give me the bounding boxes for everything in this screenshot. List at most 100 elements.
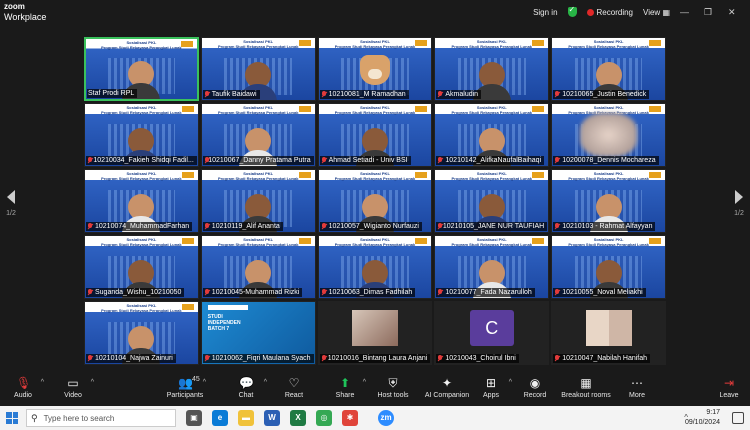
ai-companion-button[interactable]: ✦ AI Companion [420,376,474,399]
participant-name-label: 10210063_Dimas Fadhilah [319,288,416,297]
prev-page-button[interactable]: 1/2 [2,190,20,217]
participant-tile[interactable]: Sosialisasi PKLProgram Studi Rekayasa Pe… [317,103,433,167]
title-bar: zoom Workplace Sign in Recording View ▦ … [0,0,750,26]
profile-photo [585,310,632,346]
mic-muted-icon [321,157,327,164]
mic-muted-icon [554,223,560,230]
participant-tile[interactable]: 10210047_Nabilah Hanifah [551,301,666,365]
participant-tile[interactable]: Sosialisasi PKLProgram Studi Rekayasa Pe… [551,235,666,299]
banner-title: Sosialisasi PKLProgram Studi Rekayasa Pe… [568,171,649,181]
banner-title: Sosialisasi PKLProgram Studi Rekayasa Pe… [334,171,416,181]
participant-tile[interactable]: Sosialisasi PKLProgram Studi Rekayasa Pe… [200,235,316,299]
excel-icon[interactable]: X [290,410,306,426]
banner-title: Sosialisasi PKLProgram Studi Rekayasa Pe… [451,39,533,49]
mic-muted-icon [204,355,210,362]
participant-tile[interactable]: Sosialisasi PKLProgram Studi Rekayasa Pe… [84,169,199,233]
restore-button[interactable]: ❐ [704,7,718,18]
participant-grid: Sosialisasi PKL Program Studi Rekayasa Pe… [84,37,666,365]
chevron-right-icon [735,190,743,204]
participant-tile[interactable]: Sosialisasi PKLProgram Studi Rekayasa Pe… [84,301,199,365]
participant-video [589,260,628,298]
participant-tile[interactable]: Sosialisasi PKLProgram Studi Rekayasa Pe… [434,169,550,233]
participant-name: Suganda_Wishu_10210050 [95,289,182,296]
audio-options-chevron-up-icon[interactable]: ^ [41,379,44,386]
participants-options-chevron-up-icon[interactable]: ^ [203,379,206,386]
participant-name: 10210034_Fakieh Shidqi Fadil... [93,157,194,164]
react-button[interactable]: ♡ React [271,376,317,399]
participant-name: 10210103 - Rahmat Alfayyan [562,223,653,230]
participant-tile[interactable]: Sosialisasi PKLProgram Studi Rekayasa Pe… [317,169,433,233]
participant-tile[interactable]: Sosialisasi PKLProgram Studi Rekayasa Pe… [551,37,666,101]
host-tools-button[interactable]: ⛨ Host tools [370,376,416,399]
next-page-button[interactable]: 1/2 [730,190,748,217]
participant-tile[interactable]: Sosialisasi PKLProgram Studi Rekayasa Pe… [84,235,199,299]
participant-video [122,61,161,99]
share-button[interactable]: ⬆ Share ^ [322,376,368,399]
participant-tile[interactable]: Sosialisasi PKLProgram Studi Rekayasa Pe… [200,169,316,233]
mic-muted-icon [204,91,210,98]
participant-tile[interactable]: C 10210043_Choirul Ibni [434,301,550,365]
participant-video [122,194,161,232]
taskbar-search-box[interactable]: ⚲ Type here to search [26,409,176,427]
clock-time: 9:17 [706,409,720,416]
notification-icon[interactable] [732,412,744,424]
video-button[interactable]: ▭ Video ^ [50,376,96,399]
page-indicator-left: 1/2 [6,210,16,217]
participant-name: 10210062_Fiqri Maulana Syach [211,355,311,362]
participant-name: 10210074_MuhammadFarhan [95,223,190,230]
minimize-button[interactable]: — [680,7,694,17]
encryption-shield-icon[interactable] [567,5,577,17]
banner-title: Sosialisasi PKLProgram Studi Rekayasa Pe… [451,237,533,247]
participant-tile[interactable]: Sosialisasi PKLProgram Studi Rekayasa Pe… [84,37,199,101]
participant-video [355,260,394,298]
video-options-chevron-up-icon[interactable]: ^ [91,379,94,386]
recording-indicator[interactable]: Recording [586,8,633,17]
participant-name-label: 10210103 - Rahmat Alfayyan [553,222,656,231]
participant-video [472,194,511,232]
banner-title: Sosialisasi PKLProgram Studi Rekayasa Pe… [334,39,416,49]
more-button[interactable]: ⋯ More [614,376,660,399]
participant-tile[interactable]: Sosialisasi PKLProgram Studi Rekayasa Pe… [551,103,666,167]
system-clock[interactable]: 9:17 09/10/2024 [685,408,720,428]
participant-tile[interactable]: Sosialisasi PKLProgram Studi Rekayasa Pe… [551,169,666,233]
windows-start-icon[interactable] [6,412,18,424]
participant-name-label: 10200078_Dennis Mochareza [553,156,659,165]
chat-button[interactable]: 💬 Chat ^ [223,376,269,399]
participant-tile[interactable]: Sosialisasi PKLProgram Studi Rekayasa Pe… [200,103,316,167]
share-options-chevron-up-icon[interactable]: ^ [363,379,366,386]
audio-button[interactable]: 🎙 Audio ^ [0,376,46,399]
banner-title: Sosialisasi PKLProgram Studi Rekayasa Pe… [334,237,416,247]
participant-tile[interactable]: Sosialisasi PKLProgram Studi Rekayasa Pe… [434,103,550,167]
participant-tile[interactable]: STUDI INDEPENDEN BATCH 7 10210062_Fiqri Mau… [200,301,316,365]
participant-tile[interactable]: Sosialisasi PKLProgram Studi Rekayasa Pe… [317,235,433,299]
participant-tile[interactable]: Sosialisasi PKLProgram Studi Rekayasa Pe… [434,235,550,299]
view-menu[interactable]: View ▦ [643,8,670,17]
zoom-taskbar-icon[interactable]: zm [378,410,394,426]
windows-taskbar: ⚲ Type here to search ▣ e ▬ W X ◎ ✱ zm ^… [0,406,750,430]
record-button[interactable]: ◉ Record [512,376,558,399]
participant-tile[interactable]: Sosialisasi PKLProgram Studi Rekayasa Pe… [200,37,316,101]
file-explorer-icon[interactable]: ▬ [238,410,254,426]
banner-title: Sosialisasi PKLProgram Studi Rekayasa Pe… [101,303,182,313]
participant-tile[interactable]: Sosialisasi PKLProgram Studi Rekayasa Pe… [434,37,550,101]
breakout-rooms-button[interactable]: ▦ Breakout rooms [560,376,612,399]
participant-tile[interactable]: 10210016_Bintang Laura Anjani [317,301,433,365]
leave-button[interactable]: ⇥ Leave [706,376,750,399]
signin-link[interactable]: Sign in [533,8,557,17]
grid-view-icon: ▦ [662,7,670,17]
app-red-icon[interactable]: ✱ [342,410,358,426]
participant-name-label: Akmaludin [436,90,482,99]
chrome-icon[interactable]: ◎ [316,410,332,426]
edge-browser-icon[interactable]: e [212,410,228,426]
participant-tile[interactable]: Sosialisasi PKLProgram Studi Rekayasa Pe… [84,103,199,167]
participant-tile[interactable]: Sosialisasi PKLProgram Studi Rekayasa Pe… [317,37,433,101]
participant-name: 10210142_AlifkaNaufalBaihaqi [445,157,542,164]
word-icon[interactable]: W [264,410,280,426]
participants-button[interactable]: 👥 45 Participants ^ [162,376,208,399]
task-view-icon[interactable]: ▣ [186,410,202,426]
chat-options-chevron-up-icon[interactable]: ^ [264,379,267,386]
participant-video [355,128,394,166]
apps-button[interactable]: ⊞ Apps ^ [468,376,514,399]
participant-name: 10210105_JANE NUR TAUFIAH [442,223,545,230]
close-button[interactable]: ✕ [728,7,742,18]
